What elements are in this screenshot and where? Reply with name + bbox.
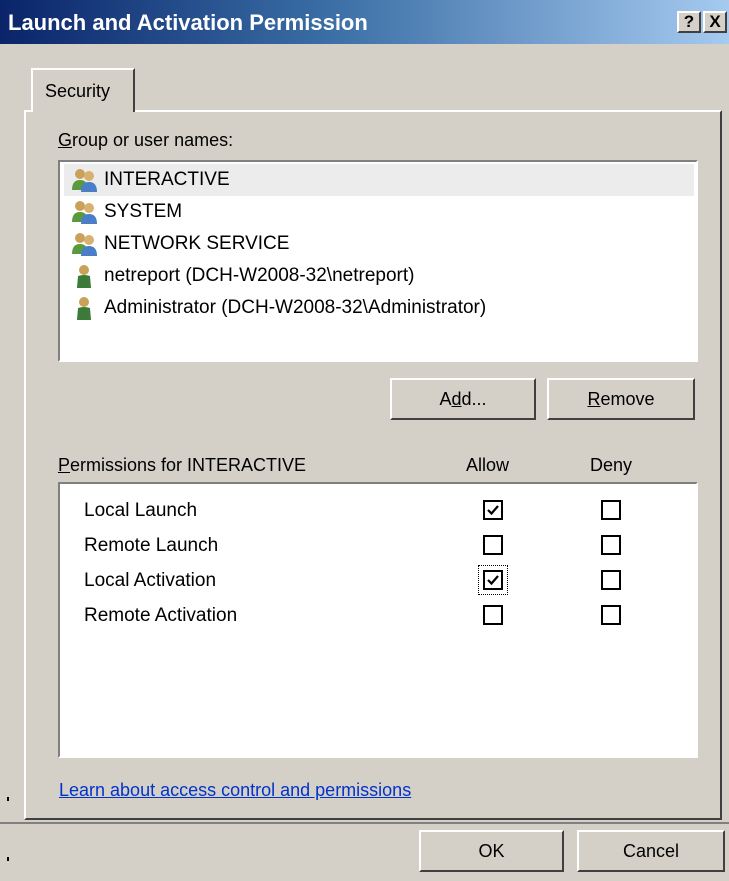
help-button[interactable]: ?: [677, 11, 701, 33]
group-icon: [72, 200, 98, 224]
permission-row-local-activation: Local Activation: [84, 570, 217, 591]
permission-row-local-launch: Local Launch: [84, 500, 198, 521]
edge-mark: [7, 857, 9, 861]
allow-local-activation-checkbox[interactable]: [483, 570, 503, 590]
help-icon: ?: [683, 12, 695, 31]
cancel-button[interactable]: Cancel: [577, 830, 725, 872]
list-item-network-service[interactable]: NETWORK SERVICE: [64, 228, 694, 260]
list-item-interactive[interactable]: INTERACTIVE: [64, 164, 694, 196]
permission-row-remote-activation: Remote Activation: [84, 605, 238, 626]
allow-remote-activation-checkbox[interactable]: [483, 605, 503, 625]
list-item-system[interactable]: SYSTEM: [64, 196, 694, 228]
remove-button[interactable]: Remove: [547, 378, 695, 420]
deny-remote-launch-checkbox[interactable]: [601, 535, 621, 555]
dialog-window: Launch and Activation Permission ? X Sec…: [0, 0, 729, 881]
permissions-label: Permissions for INTERACTIVE: [58, 455, 307, 475]
allow-remote-launch-checkbox[interactable]: [483, 535, 503, 555]
close-icon: X: [709, 12, 721, 31]
close-button[interactable]: X: [703, 11, 727, 33]
group-icon: [72, 232, 98, 256]
add-button[interactable]: Add...: [390, 378, 536, 420]
check-mark-icon: [487, 505, 499, 516]
edge-mark: [7, 797, 9, 801]
group-icon: [72, 168, 98, 192]
deny-remote-activation-checkbox[interactable]: [601, 605, 621, 625]
tab-security[interactable]: Security: [31, 68, 135, 112]
deny-column-header: Deny: [590, 455, 633, 475]
access-control-help-link[interactable]: Learn about access control and permissio…: [59, 780, 411, 801]
window-title: Launch and Activation Permission: [8, 10, 368, 35]
group-names-label: Group or user names:: [58, 130, 234, 150]
group-user-list[interactable]: INTERACTIVE SYSTEM NETWORK SERVICE netre…: [58, 160, 698, 362]
user-icon: [72, 264, 98, 288]
title-bar[interactable]: Launch and Activation Permission ? X: [0, 0, 729, 44]
deny-local-launch-checkbox[interactable]: [601, 500, 621, 520]
permissions-list[interactable]: Local Launch Remote Launch Local Activat…: [58, 482, 698, 758]
list-item-netreport[interactable]: netreport (DCH-W2008-32\netreport): [64, 260, 694, 292]
allow-local-launch-checkbox[interactable]: [483, 500, 503, 520]
user-icon: [72, 296, 98, 320]
deny-local-activation-checkbox[interactable]: [601, 570, 621, 590]
ok-button[interactable]: OK: [419, 830, 564, 872]
divider: [0, 822, 729, 824]
allow-column-header: Allow: [466, 455, 510, 475]
check-mark-icon: [487, 575, 499, 586]
permission-row-remote-launch: Remote Launch: [84, 535, 219, 556]
list-item-administrator[interactable]: Administrator (DCH-W2008-32\Administrato…: [64, 292, 694, 324]
tab-security-label: Security: [45, 81, 111, 101]
